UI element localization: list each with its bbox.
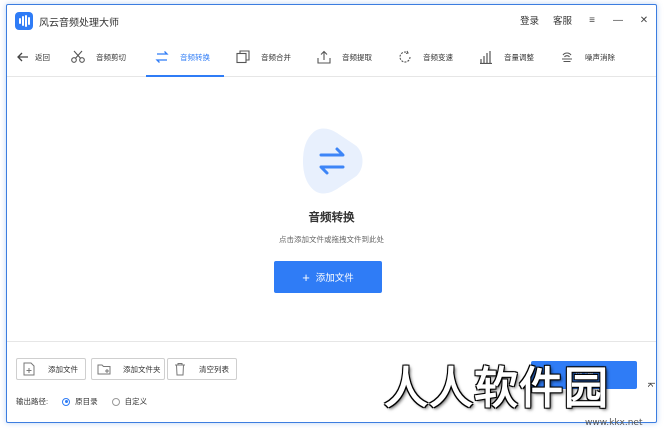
- title-bar: 风云音频处理大师 登录 客服 ≡ — ✕: [7, 5, 656, 37]
- watermark-side-mark: k: [645, 382, 655, 388]
- login-link[interactable]: 登录: [520, 13, 539, 27]
- clear-list-button-label: 清空列表: [199, 364, 229, 374]
- tab-label: 噪声消除: [585, 52, 615, 62]
- convert-icon: [154, 49, 170, 65]
- minimize-icon[interactable]: —: [612, 15, 624, 26]
- tab-label: 音频变速: [423, 52, 453, 62]
- clear-list-button[interactable]: 清空列表: [167, 358, 237, 380]
- drop-hint: 点击添加文件或拖拽文件到此处: [279, 235, 384, 244]
- add-file-button-label: 添加文件: [48, 364, 78, 374]
- tab-noise-remove[interactable]: 噪声消除: [559, 37, 615, 77]
- file-add-icon: [20, 360, 38, 378]
- watermark-text: 人人软件园: [384, 363, 609, 414]
- radio-original-dir[interactable]: 原目录: [62, 396, 98, 407]
- tab-label: 音频剪切: [96, 52, 126, 62]
- tab-label: 音量调整: [504, 52, 534, 62]
- volume-bars-icon: [478, 49, 494, 65]
- output-path-label: 输出路径:: [16, 397, 49, 406]
- back-label: 返回: [35, 52, 50, 62]
- back-button[interactable]: 返回: [15, 37, 50, 77]
- speed-icon: [397, 49, 413, 65]
- radio-label: 原目录: [75, 397, 98, 406]
- radio-label: 自定义: [124, 397, 148, 406]
- app-window: 风云音频处理大师 登录 客服 ≡ — ✕ 返回 音频剪切 音频转换 音频合并 音…: [6, 4, 657, 423]
- tab-audio-merge[interactable]: 音频合并: [235, 37, 291, 77]
- tab-audio-convert[interactable]: 音频转换: [154, 37, 210, 77]
- watermark-url: www.kkx.net: [585, 418, 643, 428]
- tab-label: 音频提取: [342, 52, 372, 62]
- tab-volume-adjust[interactable]: 音量调整: [478, 37, 534, 77]
- radio-checked-icon: [62, 397, 71, 406]
- service-link[interactable]: 客服: [553, 13, 572, 27]
- title-actions: 登录 客服 ≡ — ✕: [520, 13, 650, 28]
- add-folder-button-label: 添加文件夹: [123, 364, 161, 374]
- close-icon[interactable]: ✕: [638, 15, 650, 26]
- app-logo-icon: [15, 12, 33, 30]
- trash-icon: [171, 360, 189, 378]
- tab-audio-extract[interactable]: 音频提取: [316, 37, 372, 77]
- upload-icon: [316, 49, 332, 65]
- add-file-label: 添加文件: [315, 273, 354, 284]
- output-path-row: 输出路径: 原目录 自定义: [16, 396, 147, 407]
- noise-icon: [559, 49, 575, 65]
- tab-label: 音频合并: [261, 52, 291, 62]
- merge-icon: [235, 49, 251, 65]
- radio-unchecked-icon: [111, 397, 120, 406]
- tab-audio-speed[interactable]: 音频变速: [397, 37, 453, 77]
- convert-hero-icon: [295, 125, 367, 197]
- add-file-button[interactable]: 添加文件: [16, 358, 86, 380]
- add-folder-button[interactable]: 添加文件夹: [91, 358, 165, 380]
- radio-custom-dir[interactable]: 自定义: [111, 396, 148, 407]
- scissors-icon: [70, 49, 86, 65]
- tab-audio-cut[interactable]: 音频剪切: [70, 37, 126, 77]
- function-toolbar: 返回 音频剪切 音频转换 音频合并 音频提取 音频变速 音量调整 噪声消除: [7, 37, 656, 77]
- arrow-left-icon: [15, 49, 31, 65]
- menu-icon[interactable]: ≡: [586, 15, 598, 26]
- drop-zone[interactable]: 音频转换 点击添加文件或拖拽文件到此处 + 添加文件: [7, 77, 656, 347]
- plus-icon: +: [302, 269, 310, 285]
- page-title: 音频转换: [308, 212, 355, 224]
- add-file-primary-button[interactable]: + 添加文件: [274, 261, 382, 293]
- folder-add-icon: [95, 360, 113, 378]
- app-title: 风云音频处理大师: [39, 18, 119, 29]
- tab-label: 音频转换: [180, 52, 210, 62]
